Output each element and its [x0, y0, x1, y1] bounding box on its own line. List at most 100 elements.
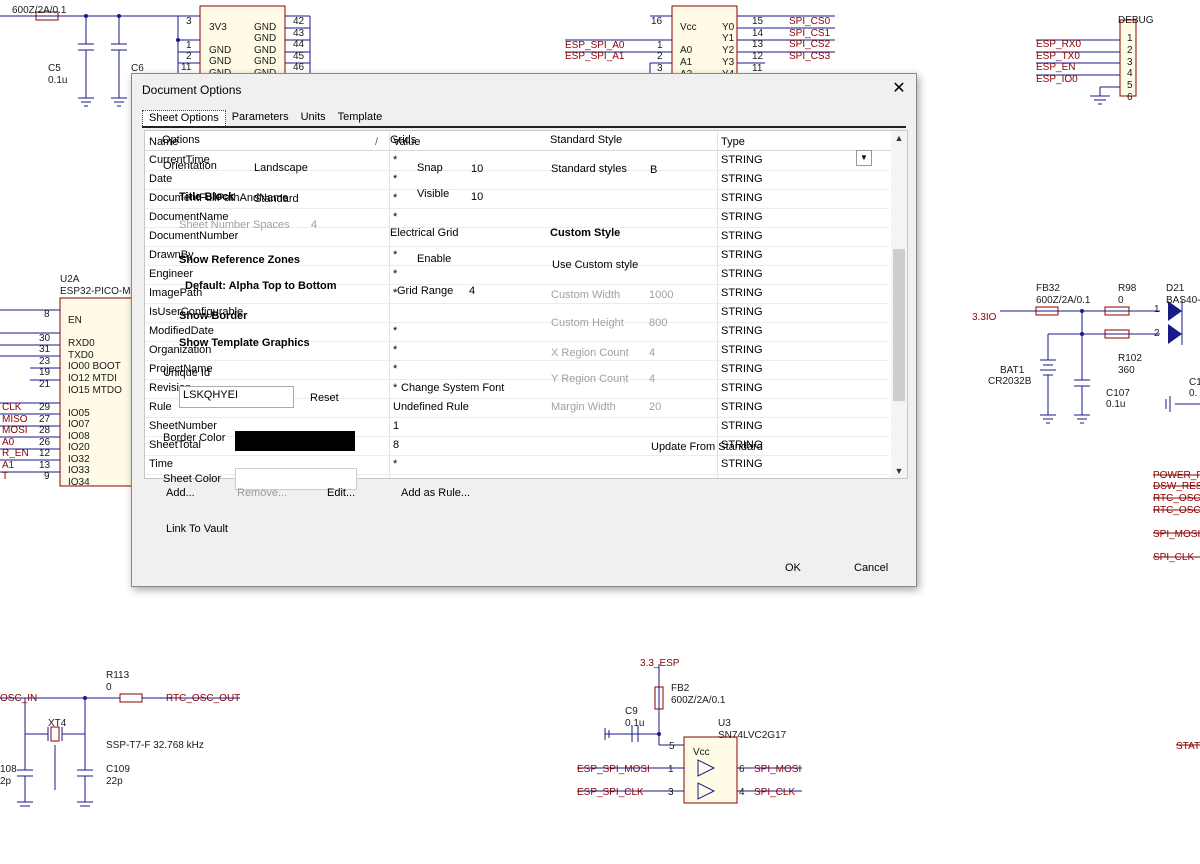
param-type-cell: STRING — [721, 306, 763, 318]
y-region-count-label: Y Region Count — [551, 373, 629, 385]
show-template-graphics-checkbox[interactable]: Show Template Graphics — [179, 337, 310, 349]
schematic-label: 600Z/2A/0.1 — [12, 5, 67, 16]
unique-id-field[interactable]: LSKQHYEI — [179, 386, 294, 408]
schematic-label: 44 — [293, 39, 305, 50]
custom-height-value[interactable]: 800 — [649, 317, 667, 329]
scroll-up-icon[interactable]: ▲ — [891, 133, 907, 143]
param-value-cell: * — [393, 249, 398, 261]
zones-mode-select[interactable]: Default: Alpha Top to Bottom — [185, 280, 337, 292]
schematic-label: U2A — [60, 274, 80, 285]
schematic-label: 3 — [668, 787, 674, 798]
custom-width-value[interactable]: 1000 — [649, 289, 673, 301]
schematic-label: R98 — [1118, 283, 1137, 294]
vertical-scrollbar[interactable]: ▲ ▼ — [891, 131, 907, 478]
grid-header: Name / Value Type — [145, 131, 907, 151]
close-icon[interactable]: ✕ — [890, 80, 908, 98]
schematic-label: R_EN — [2, 448, 29, 459]
x-region-count-value[interactable]: 4 — [649, 347, 655, 359]
param-type-cell: STRING — [721, 458, 763, 470]
schematic-label: 5 — [1127, 80, 1133, 91]
param-value-cell: * — [393, 382, 398, 394]
schematic-label: GND — [209, 56, 231, 67]
standard-styles-label: Standard styles — [551, 163, 627, 175]
y-region-count-value[interactable]: 4 — [649, 373, 655, 385]
schematic-label: 0.1u — [48, 75, 67, 86]
schematic-label: 360 — [1118, 365, 1135, 376]
param-value-cell: * — [393, 173, 398, 185]
border-color-swatch[interactable] — [235, 431, 355, 451]
table-row[interactable]: IsUserConfigurable STRING — [145, 303, 889, 323]
schematic-label: SN74LVC2G17 — [718, 730, 787, 741]
param-type-cell: STRING — [721, 268, 763, 280]
schematic-label: ESP_EN — [1036, 62, 1075, 73]
scroll-down-icon[interactable]: ▼ — [891, 466, 907, 476]
tab-units[interactable]: Units — [295, 110, 332, 126]
title-block-select[interactable]: Standard — [254, 193, 299, 205]
change-system-font-link[interactable]: Change System Font — [401, 382, 504, 394]
schematic-label: IO34 — [68, 477, 90, 488]
ok-button[interactable]: OK — [785, 562, 801, 574]
schematic-label: C5 — [48, 63, 61, 74]
remove-button[interactable]: Remove... — [237, 487, 287, 499]
param-type-cell: STRING — [721, 382, 763, 394]
schematic-label: SPI_CLK — [1153, 552, 1194, 563]
param-value-cell: * — [393, 192, 398, 204]
schematic-label: 12 — [39, 448, 51, 459]
schematic-label: 1 — [1127, 33, 1133, 44]
reset-button[interactable]: Reset — [310, 392, 339, 404]
schematic-label: 2 — [1127, 45, 1133, 56]
standard-styles-select[interactable]: B — [650, 164, 657, 176]
sheet-number-spaces-value[interactable]: 4 — [311, 219, 317, 231]
add-button[interactable]: Add... — [166, 487, 195, 499]
schematic-label: 43 — [293, 28, 305, 39]
orientation-select[interactable]: Landscape — [254, 162, 308, 174]
schematic-label: 3V3 — [209, 22, 227, 33]
param-name-cell: ModifiedDate — [149, 325, 214, 337]
link-to-vault-button[interactable]: Link To Vault — [166, 523, 228, 535]
visible-checkbox[interactable]: Visible — [417, 188, 449, 200]
title-block-checkbox[interactable]: Title Block — [179, 191, 234, 203]
grid-range-label: Grid Range — [397, 285, 454, 297]
edit-button[interactable]: Edit... — [327, 487, 355, 499]
scrollbar-thumb[interactable] — [893, 249, 905, 401]
add-as-rule-button[interactable]: Add as Rule... — [401, 487, 470, 499]
snap-checkbox[interactable]: Snap — [417, 162, 443, 174]
schematic-label: 13 — [39, 460, 51, 471]
schematic-label: 4 — [1127, 68, 1133, 79]
snap-value[interactable]: 10 — [471, 163, 483, 175]
electrical-grid-header: Electrical Grid — [390, 227, 459, 239]
schematic-label: IO20 — [68, 442, 90, 453]
use-custom-style-checkbox[interactable]: Use Custom style — [552, 259, 638, 271]
schematic-label: DSW_RES — [1153, 481, 1200, 492]
param-name-cell: Time — [149, 458, 174, 470]
junction-dot — [657, 732, 661, 736]
schematic-label: SPI_MOSI — [754, 764, 801, 775]
table-row[interactable]: ProjectName * STRING — [145, 360, 889, 380]
grid-range-value[interactable]: 4 — [469, 285, 475, 297]
param-value-cell: * — [393, 268, 398, 280]
column-header-type[interactable]: Type — [721, 136, 745, 148]
schematic-label: A1 — [680, 57, 693, 68]
enable-checkbox[interactable]: Enable — [417, 253, 451, 265]
margin-width-value[interactable]: 20 — [649, 401, 661, 413]
schematic-label: 3.3_ESP — [640, 658, 680, 669]
update-from-standard-button[interactable]: Update From Standard — [651, 441, 763, 453]
schematic-label: 15 — [752, 16, 764, 27]
type-dropdown-icon[interactable]: ▼ — [856, 150, 872, 166]
visible-value[interactable]: 10 — [471, 191, 483, 203]
schematic-label: 11 — [181, 62, 192, 73]
schematic-label: 3.3IO — [972, 312, 997, 323]
param-value-cell: 1 — [393, 420, 400, 432]
show-border-checkbox[interactable]: Show Border — [179, 310, 247, 322]
cancel-button[interactable]: Cancel — [854, 562, 888, 574]
show-reference-zones-checkbox[interactable]: Show Reference Zones — [179, 254, 300, 266]
unique-id-label: Unique Id — [163, 367, 211, 379]
schematic-label: ESP_SPI_A0 — [565, 40, 625, 51]
tab-template[interactable]: Template — [332, 110, 389, 126]
schematic-label: 600Z/2A/0.1 — [671, 695, 726, 706]
schematic-label: ESP_SPI_MOSI — [577, 764, 650, 775]
schematic-label: 22p — [106, 776, 123, 787]
schematic-label: RTC_OSC_OUT — [166, 693, 240, 704]
schematic-label: A0 — [680, 45, 693, 56]
tab-parameters[interactable]: Parameters — [226, 110, 295, 126]
